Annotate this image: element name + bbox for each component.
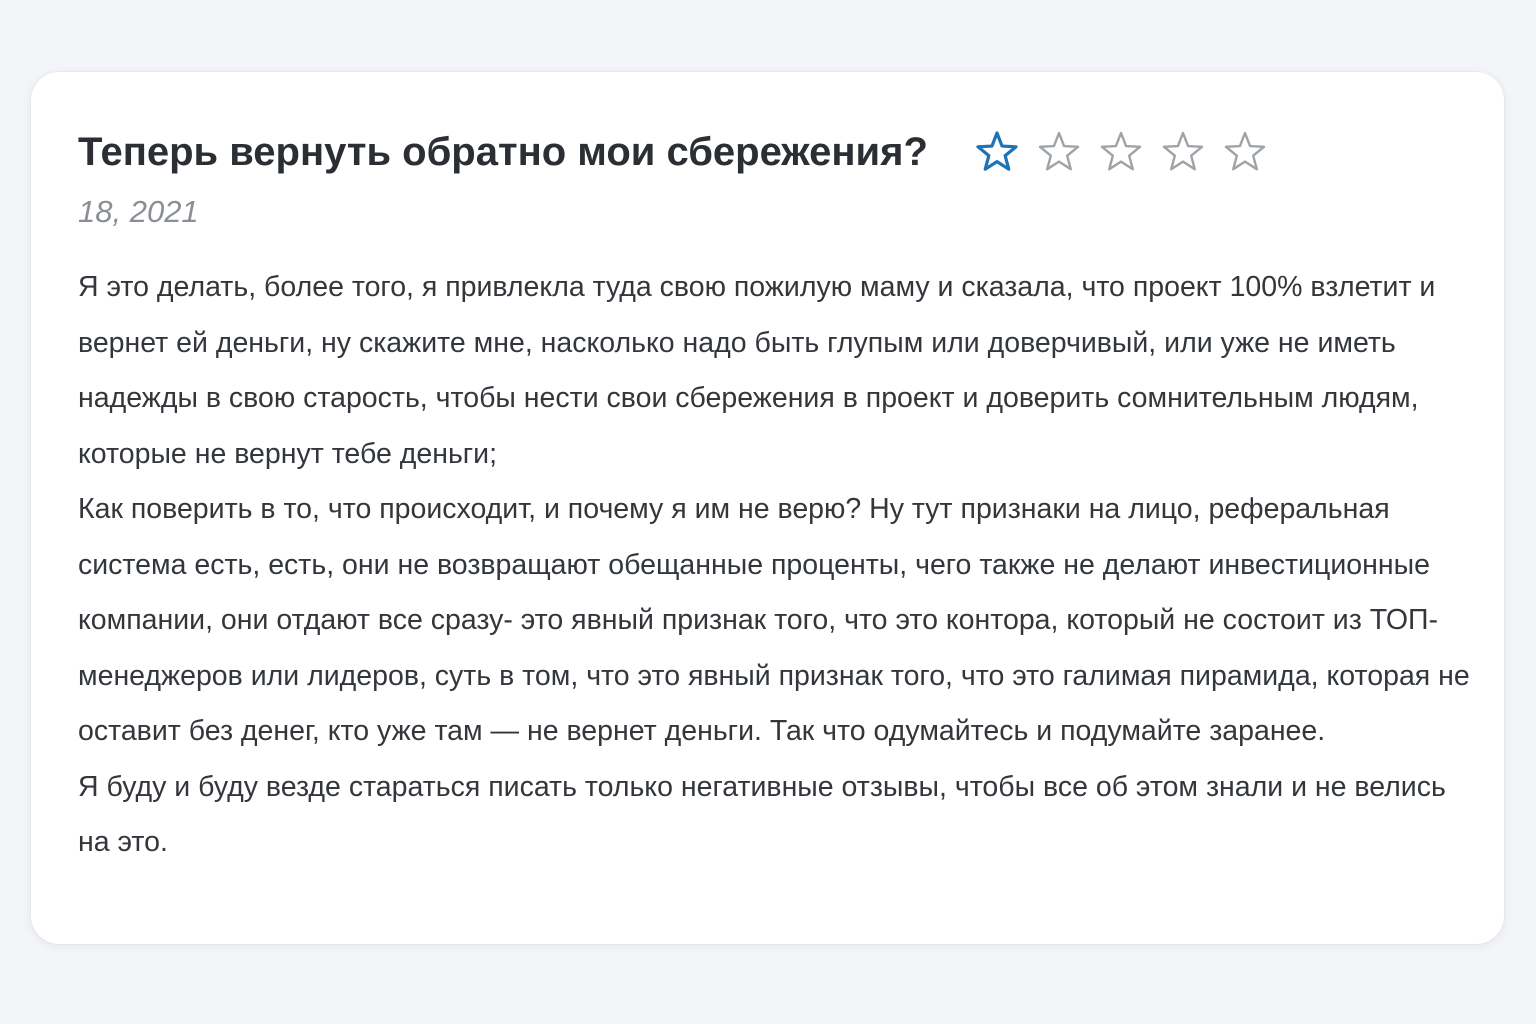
- star-rating: [974, 129, 1284, 175]
- review-paragraph: Я буду и буду везде стараться писать тол…: [78, 770, 1446, 859]
- review-paragraph: Я это делать, более того, я привлекла ту…: [78, 271, 1436, 470]
- star-icon-1: [974, 129, 1020, 175]
- review-date: 18, 2021: [78, 194, 199, 229]
- review-header: Теперь вернуть обратно мои сбережения?: [78, 122, 1464, 182]
- review-title: Теперь вернуть обратно мои сбережения?: [78, 129, 928, 174]
- star-icon-4: [1160, 129, 1206, 175]
- review-body: Я это делать, более того, я привлекла ту…: [78, 260, 1473, 871]
- star-icon-5: [1222, 129, 1268, 175]
- review-card: Теперь вернуть обратно мои сбережения? 1…: [31, 72, 1504, 944]
- star-icon-3: [1098, 129, 1144, 175]
- star-icon-2: [1036, 129, 1082, 175]
- review-paragraph: Как поверить в то, что происходит, и поч…: [78, 493, 1470, 747]
